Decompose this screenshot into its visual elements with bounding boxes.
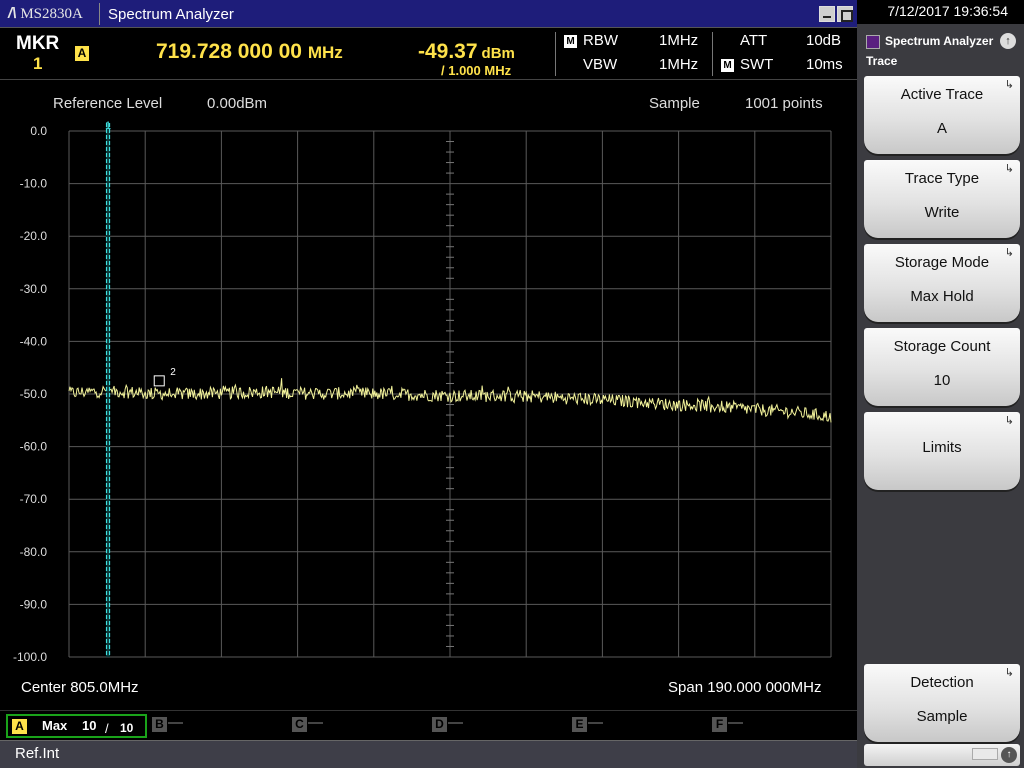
y-tick-label: -50.0 <box>20 387 48 401</box>
model-name: MS2830A <box>20 6 83 22</box>
vbw-value[interactable]: 1MHz <box>659 56 698 73</box>
softkey-storage-count[interactable]: Storage Count 10 <box>864 328 1020 406</box>
softkey-label: Trace Type <box>904 170 980 187</box>
trace-f-badge[interactable]: F <box>712 717 727 732</box>
marker-trace-badge: A <box>75 46 89 61</box>
marker-level-per: / 1.000 MHz <box>441 63 512 78</box>
title-bar: /\ MS2830A Spectrum Analyzer <box>0 0 857 28</box>
softkey-label: Limits <box>922 439 962 456</box>
clock: 7/12/2017 19:36:54 <box>857 0 1024 24</box>
trace-c-status: — <box>308 714 323 731</box>
softkey-storage-mode[interactable]: ↳ Storage Mode Max Hold <box>864 244 1020 322</box>
softkey-trace-type[interactable]: ↳ Trace Type Write <box>864 160 1020 238</box>
rbw-label: RBW <box>583 32 618 49</box>
spectrum-plot[interactable]: 0.0 -10.0 -20.0 -30.0 -40.0 -50.0 -60.0 -70.0 -8… <box>0 81 857 705</box>
marker-number: 1 <box>33 54 43 73</box>
softkey-label: Detection <box>910 674 974 691</box>
trace-e-badge[interactable]: E <box>572 717 587 732</box>
marker-2-tag: 2 <box>170 367 176 378</box>
vbw-label: VBW <box>583 56 618 73</box>
trace-a-mode: Max <box>42 718 68 733</box>
maximize-button[interactable] <box>837 6 853 22</box>
swt-value[interactable]: 10ms <box>806 56 843 73</box>
trace-a-count-sep: / <box>105 721 109 736</box>
trace-b-badge[interactable]: B <box>152 717 167 732</box>
y-tick-label: -10.0 <box>20 177 48 191</box>
swt-label: SWT <box>740 56 774 73</box>
rbw-value[interactable]: 1MHz <box>659 32 698 49</box>
marker-frequency-value: 719.728 000 00 <box>156 40 302 63</box>
span-frequency[interactable]: Span 190.000 000MHz <box>668 679 821 696</box>
softkey-active-trace[interactable]: ↳ Active Trace A <box>864 76 1020 154</box>
anritsu-logo: /\ MS2830A <box>8 5 83 22</box>
trace-b-status: — <box>168 714 183 731</box>
trace-c-badge[interactable]: C <box>292 717 307 732</box>
marker-readout: MKR 1 A 719.728 000 00 MHz -49.37 dBm / 1… <box>0 28 857 80</box>
marker-level-unit: dBm <box>481 45 515 62</box>
y-tick-label: -40.0 <box>20 334 48 348</box>
param-divider <box>712 32 713 76</box>
softkey-value: Write <box>924 204 960 221</box>
y-tick-label: -70.0 <box>20 492 48 506</box>
marker-level: -49.37 dBm <box>418 40 515 64</box>
submenu-arrow-icon: ↳ <box>1004 415 1014 427</box>
softkey-label: Storage Count <box>893 338 991 355</box>
y-tick-label: -90.0 <box>20 597 48 611</box>
softkey-label: Storage Mode <box>894 254 990 271</box>
trace-a-badge: A <box>12 719 27 734</box>
trace-f-status: — <box>728 714 743 731</box>
softkey-limits[interactable]: ↳ Limits <box>864 412 1020 490</box>
minimize-button[interactable] <box>819 6 835 22</box>
trace-a-count: 10 <box>82 718 97 733</box>
title-separator <box>99 3 100 25</box>
softkey-scrollbar[interactable]: ↑ <box>864 744 1020 766</box>
spectrum-analyzer-icon <box>866 35 880 49</box>
softkey-label: Active Trace <box>900 86 984 103</box>
softkey-panel: Spectrum Analyzer Trace ↑ ↳ Active Trace… <box>857 24 1024 768</box>
marker-level-value: -49.37 <box>418 40 478 63</box>
panel-subtitle: Trace <box>866 54 898 68</box>
app-title: Spectrum Analyzer <box>108 6 234 23</box>
up-arrow-icon[interactable]: ↑ <box>1001 747 1017 763</box>
trace-d-status: — <box>448 714 463 731</box>
up-arrow-icon[interactable]: ↑ <box>1000 33 1016 49</box>
trace-status-bar: A Max 10 / 10 B — C — D — E — F — <box>0 710 857 740</box>
y-tick-label: -30.0 <box>20 282 48 296</box>
swt-manual-badge: M <box>721 59 734 72</box>
scrollbar-thumb[interactable] <box>972 748 998 760</box>
softkey-value: A <box>936 120 947 137</box>
softkey-value: 10 <box>933 372 951 389</box>
param-divider <box>555 32 556 76</box>
att-value[interactable]: 10dB <box>806 32 841 49</box>
spectrum-graph: Reference Level 0.00dBm Sample 1001 poin… <box>0 81 857 705</box>
y-tick-label: -100.0 <box>13 650 47 664</box>
y-tick-label: 0.0 <box>30 124 47 138</box>
softkey-value: Sample <box>916 708 968 725</box>
y-tick-label: -60.0 <box>20 440 48 454</box>
panel-header: Spectrum Analyzer Trace ↑ <box>857 28 1024 72</box>
marker-frequency-unit: MHz <box>307 43 343 62</box>
trace-e-status: — <box>588 714 603 731</box>
trace-d-badge[interactable]: D <box>432 717 447 732</box>
softkey-value: Max Hold <box>910 288 974 305</box>
y-tick-label: -20.0 <box>20 229 48 243</box>
marker-1-tag: 1 <box>105 120 111 132</box>
active-trace-indicator[interactable]: A Max 10 / 10 <box>6 714 147 738</box>
marker-label: MKR <box>16 33 60 54</box>
trace-a-count-total: 10 <box>120 721 134 735</box>
marker-frequency: 719.728 000 00 MHz <box>156 40 343 64</box>
softkey-detection[interactable]: ↳ Detection Sample <box>864 664 1020 742</box>
marker-2-square <box>153 375 165 387</box>
reference-source: Ref.Int <box>15 745 60 762</box>
rbw-manual-badge: M <box>564 35 577 48</box>
panel-title: Spectrum Analyzer <box>885 34 994 48</box>
y-tick-label: -80.0 <box>20 545 48 559</box>
att-label: ATT <box>740 32 768 49</box>
center-frequency[interactable]: Center 805.0MHz <box>21 679 139 696</box>
status-bar: Ref.Int <box>0 740 857 768</box>
